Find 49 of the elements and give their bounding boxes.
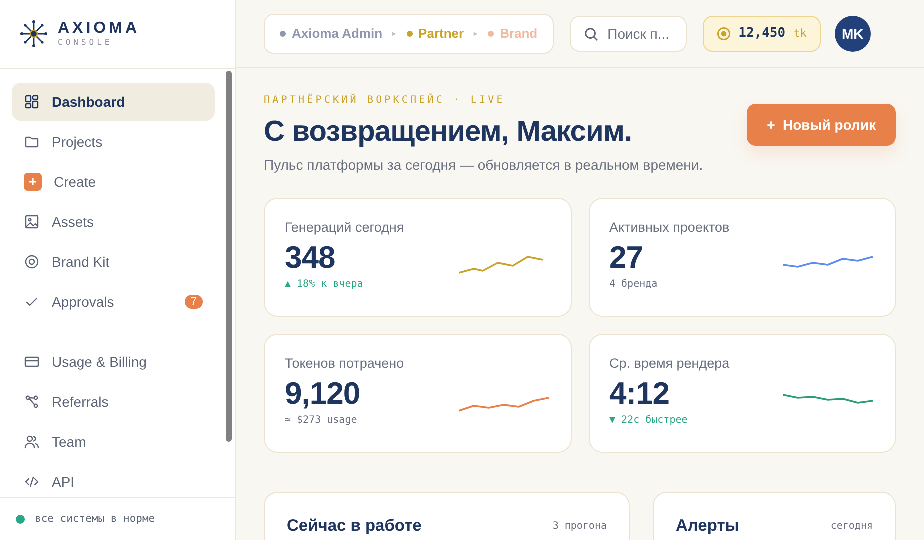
panel-meta: 3 прогона bbox=[552, 521, 607, 532]
search-field[interactable]: Поиск п... bbox=[570, 16, 687, 52]
users-icon bbox=[24, 434, 40, 450]
stat-note: ≈ $273 usage bbox=[285, 415, 358, 426]
sidebar-item[interactable]: Brand Kit bbox=[12, 243, 215, 281]
scrollbar[interactable] bbox=[226, 71, 232, 442]
stat-label: Активных проектов bbox=[610, 220, 730, 235]
eyebrow-text: ПАРТНЁРСКИЙ ВОРКСПЕЙС · LIVE bbox=[264, 95, 506, 106]
stat-value: 348 bbox=[285, 241, 336, 275]
stat-value: 27 bbox=[610, 241, 643, 275]
code-icon bbox=[24, 474, 40, 490]
sidebar-item[interactable]: Usage & Billing bbox=[12, 343, 215, 381]
status-text: все системы в норме bbox=[35, 513, 156, 525]
balance-chip[interactable]: 12,450 tk bbox=[702, 16, 821, 52]
count-badge: 7 bbox=[184, 295, 203, 309]
stat-label: Токенов потрачено bbox=[285, 356, 404, 371]
image-icon bbox=[24, 214, 40, 230]
stat-note: ▲ 18% к вчера bbox=[285, 279, 364, 290]
sidebar-item[interactable]: Dashboard bbox=[12, 83, 215, 121]
stat-note: 4 бренда bbox=[610, 279, 658, 290]
stat-label: Ср. время рендера bbox=[610, 356, 730, 371]
logo-icon bbox=[20, 20, 48, 48]
coin-icon bbox=[716, 26, 731, 40]
avatar[interactable]: MK bbox=[834, 16, 871, 52]
sidebar-item[interactable]: Assets bbox=[12, 203, 215, 241]
page-subtitle: Пульс платформы за сегодня — обновляется в реальном времени. bbox=[264, 157, 704, 173]
stat-label: Генераций сегодня bbox=[285, 220, 404, 235]
target-icon bbox=[24, 254, 40, 270]
sidebar-item[interactable]: Team bbox=[12, 423, 215, 461]
sidebar-item[interactable]: API bbox=[12, 463, 215, 497]
folder-icon bbox=[24, 134, 40, 150]
plus-icon bbox=[24, 173, 42, 191]
search-icon bbox=[584, 26, 599, 42]
brand-name: AXIOMA bbox=[58, 20, 140, 38]
stat-value: 4:12 bbox=[610, 377, 670, 411]
panel-meta: сегодня bbox=[830, 521, 873, 532]
share-icon bbox=[24, 394, 40, 410]
sidebar-item[interactable]: Referrals bbox=[12, 383, 215, 421]
stat-value: 9,120 bbox=[285, 377, 360, 411]
panel-title: Сейчас в работе bbox=[287, 517, 422, 536]
grid-icon bbox=[24, 94, 40, 110]
sidebar-item[interactable]: Create bbox=[12, 163, 215, 201]
card-icon bbox=[24, 354, 40, 370]
sidebar-item[interactable]: Approvals 7 bbox=[12, 283, 215, 321]
sidebar-item[interactable]: Projects bbox=[12, 123, 215, 161]
panel-title: Алерты bbox=[676, 517, 740, 536]
page-title: С возвращением, Максим. bbox=[264, 115, 632, 149]
stat-note: ▼ 22с быстрее bbox=[610, 415, 688, 426]
brand-subtitle: CONSOLE bbox=[58, 38, 114, 48]
